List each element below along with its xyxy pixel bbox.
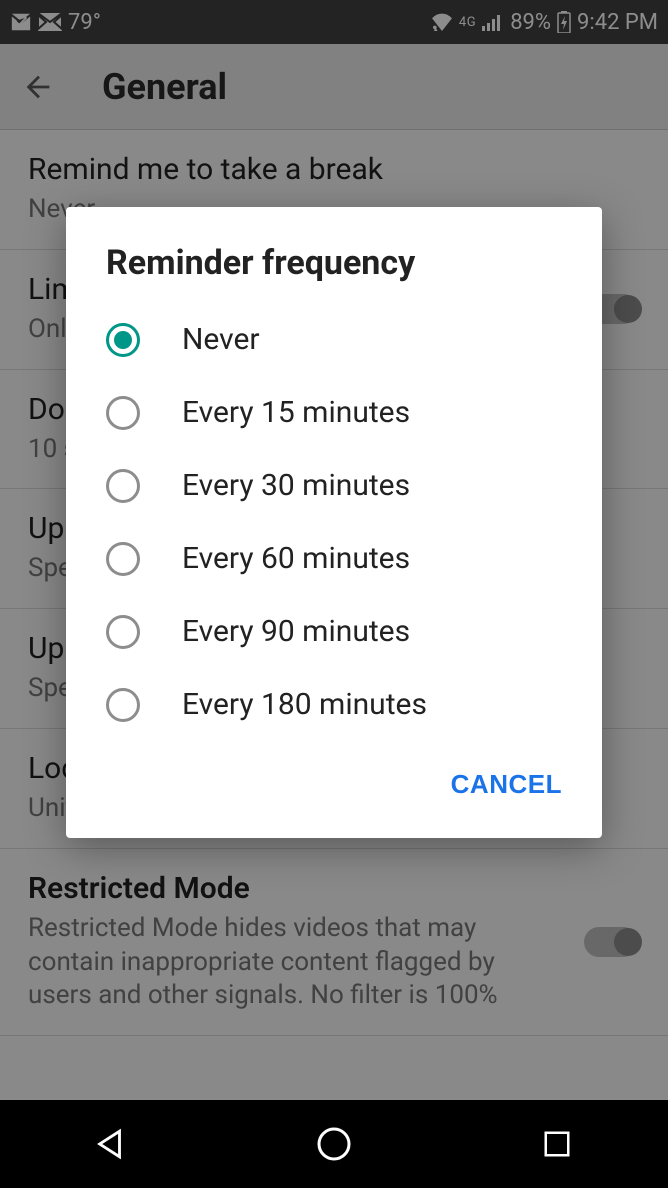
radio-list: Never Every 15 minutes Every 30 minutes Eve… (66, 303, 602, 741)
square-recents-icon (542, 1129, 572, 1159)
radio-option[interactable]: Every 90 minutes (66, 595, 602, 668)
radio-option[interactable]: Every 15 minutes (66, 376, 602, 449)
nav-recents-button[interactable] (532, 1119, 582, 1169)
radio-button-icon (106, 323, 140, 357)
radio-button-icon (106, 615, 140, 649)
radio-option[interactable]: Every 180 minutes (66, 668, 602, 741)
circle-home-icon (316, 1126, 352, 1162)
radio-label: Every 90 minutes (182, 614, 410, 649)
screen: 79° 4G 89% 9:42 PM General Remind me to … (0, 0, 668, 1188)
dialog-actions: CANCEL (66, 741, 602, 834)
radio-option[interactable]: Every 60 minutes (66, 522, 602, 595)
navigation-bar (0, 1100, 668, 1188)
nav-back-button[interactable] (86, 1119, 136, 1169)
radio-label: Every 30 minutes (182, 468, 410, 503)
radio-label: Every 15 minutes (182, 395, 410, 430)
radio-option[interactable]: Every 30 minutes (66, 449, 602, 522)
radio-button-icon (106, 396, 140, 430)
radio-label: Every 60 minutes (182, 541, 410, 576)
radio-button-icon (106, 469, 140, 503)
reminder-frequency-dialog: Reminder frequency Never Every 15 minutes… (66, 207, 602, 838)
radio-option[interactable]: Never (66, 303, 602, 376)
cancel-button[interactable]: CANCEL (437, 759, 576, 810)
radio-button-icon (106, 542, 140, 576)
triangle-back-icon (94, 1127, 128, 1161)
radio-button-icon (106, 688, 140, 722)
radio-label: Never (182, 322, 260, 357)
radio-label: Every 180 minutes (182, 687, 427, 722)
nav-home-button[interactable] (309, 1119, 359, 1169)
dialog-title: Reminder frequency (66, 207, 602, 303)
